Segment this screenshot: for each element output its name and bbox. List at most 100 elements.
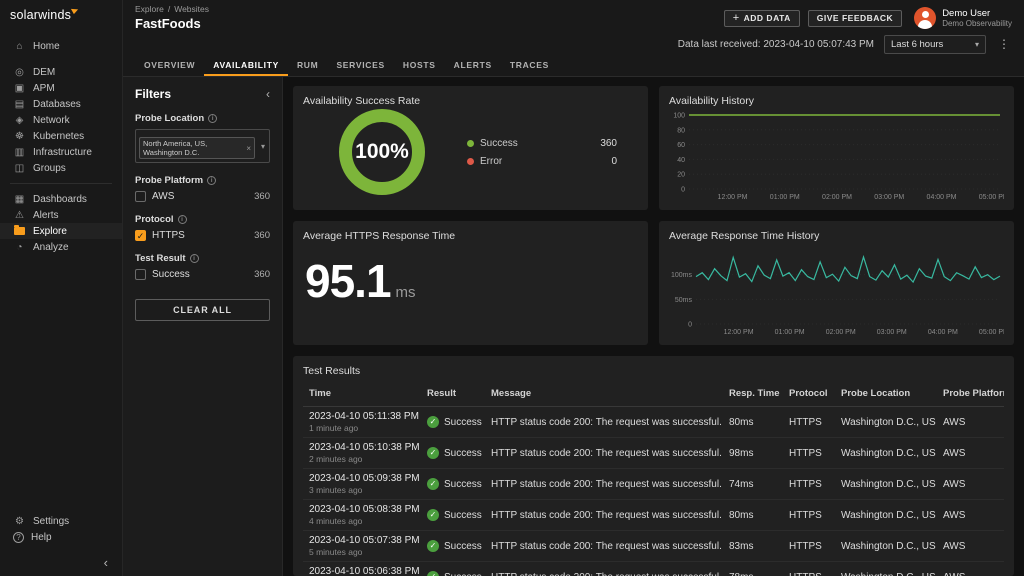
breadcrumb-websites[interactable]: Websites <box>174 4 209 14</box>
sidebar-item-label: Analyze <box>33 242 69 253</box>
apm-icon: ▣ <box>13 83 26 94</box>
card-title: Average HTTPS Response Time <box>303 230 638 242</box>
kubernetes-icon: ☸ <box>13 131 26 142</box>
svg-text:03:00 PM: 03:00 PM <box>877 329 907 336</box>
table-header-row: TimeResultMessageResp. TimeProtocolProbe… <box>303 381 1004 407</box>
sidebar-collapse-button[interactable]: ‹ <box>0 545 122 572</box>
column-header[interactable]: Probe Platform <box>937 381 1004 407</box>
svg-text:80: 80 <box>677 127 685 134</box>
plus-icon: + <box>733 12 740 24</box>
legend-dot <box>467 140 474 147</box>
column-header[interactable]: Protocol <box>783 381 835 407</box>
sidebar-item-databases[interactable]: ▤Databases <box>0 96 122 112</box>
column-header[interactable]: Time <box>303 381 421 407</box>
svg-text:100ms: 100ms <box>671 272 693 279</box>
sidebar-item-apm[interactable]: ▣APM <box>0 80 122 96</box>
sidebar-item-alerts[interactable]: ⚠Alerts <box>0 207 122 223</box>
checkbox[interactable] <box>135 191 146 202</box>
avatar[interactable] <box>914 7 936 29</box>
sidebar-item-label: Dashboards <box>33 194 87 205</box>
table-row[interactable]: 2023-04-10 05:09:38 PM3 minutes agoSucce… <box>303 469 1004 500</box>
test-results-table: TimeResultMessageResp. TimeProtocolProbe… <box>303 381 1004 576</box>
chevron-left-icon: ‹ <box>104 555 108 570</box>
response-time-history-card: Average Response Time History 050ms100ms… <box>659 221 1014 345</box>
sidebar-item-label: Alerts <box>33 210 59 221</box>
column-header[interactable]: Probe Location <box>835 381 937 407</box>
success-rate-value: 100% <box>355 140 409 164</box>
kebab-menu-icon[interactable]: ⋮ <box>996 37 1012 51</box>
column-header[interactable]: Result <box>421 381 485 407</box>
help-icon: ? <box>13 532 24 543</box>
filter-option-label: HTTPS <box>152 230 185 241</box>
time-range-select[interactable]: Last 6 hours ▾ <box>884 35 986 54</box>
svg-text:0: 0 <box>681 187 685 194</box>
info-icon <box>207 176 216 185</box>
user-name: Demo User <box>942 8 1012 19</box>
sidebar-item-label: Home <box>33 41 60 52</box>
avg-response-metric: 95.1 ms <box>305 258 638 304</box>
sidebar-item-groups[interactable]: ◫Groups <box>0 160 122 176</box>
checkbox[interactable] <box>135 269 146 280</box>
svg-text:12:00 PM: 12:00 PM <box>724 329 754 336</box>
sidebar-item-dem[interactable]: ◎DEM <box>0 64 122 80</box>
sidebar-item-settings[interactable]: ⚙Settings <box>0 513 122 529</box>
tab-alerts[interactable]: ALERTS <box>445 56 501 76</box>
table-row[interactable]: 2023-04-10 05:11:38 PM1 minute agoSucces… <box>303 407 1004 438</box>
table-row[interactable]: 2023-04-10 05:06:38 PM6 minutes agoSucce… <box>303 562 1004 576</box>
legend-item-error: Error0 <box>467 156 617 167</box>
availability-history-card: Availability History 02040608010012:00 P… <box>659 86 1014 210</box>
clear-all-button[interactable]: CLEAR ALL <box>135 299 270 321</box>
filter-option-aws[interactable]: AWS360 <box>135 191 270 202</box>
filter-option-success[interactable]: Success360 <box>135 269 270 280</box>
table-row[interactable]: 2023-04-10 05:07:38 PM5 minutes agoSucce… <box>303 531 1004 562</box>
last-received-text: Data last received: 2023-04-10 05:07:43 … <box>678 39 874 50</box>
card-title: Availability History <box>669 95 1004 107</box>
collapse-filters-icon[interactable]: ‹ <box>266 87 270 101</box>
give-feedback-button[interactable]: GIVE FEEDBACK <box>808 10 902 27</box>
sidebar-divider <box>10 183 112 184</box>
sidebar-nav-monitoring: ◎DEM▣APM▤Databases◈Network☸Kubernetes▥In… <box>0 64 122 176</box>
probe-location-select[interactable]: North America, US, Washington D.C. × ▾ <box>135 129 270 163</box>
svg-text:01:00 PM: 01:00 PM <box>775 329 805 336</box>
filter-option-https[interactable]: HTTPS360 <box>135 230 270 241</box>
sidebar-item-network[interactable]: ◈Network <box>0 112 122 128</box>
filter-option-label: Success <box>152 269 190 280</box>
sidebar-item-home[interactable]: ⌂Home <box>0 38 122 54</box>
settings-icon: ⚙ <box>13 516 26 527</box>
success-rate-body: 100% Success360Error0 <box>303 109 638 195</box>
tab-availability[interactable]: AVAILABILITY <box>204 56 288 76</box>
tab-traces[interactable]: TRACES <box>501 56 558 76</box>
success-check-icon <box>427 478 439 490</box>
table-body: 2023-04-10 05:11:38 PM1 minute agoSucces… <box>303 407 1004 576</box>
sidebar-footer: ⚙Settings?Help ‹ <box>0 513 122 576</box>
probe-location-label: Probe Location <box>135 113 270 124</box>
table-row[interactable]: 2023-04-10 05:08:38 PM4 minutes agoSucce… <box>303 500 1004 531</box>
user-meta: Demo User Demo Observability <box>942 8 1012 28</box>
breadcrumb-explore[interactable]: Explore <box>135 4 164 14</box>
sidebar-item-kubernetes[interactable]: ☸Kubernetes <box>0 128 122 144</box>
column-header[interactable]: Resp. Time <box>723 381 783 407</box>
sidebar-item-infrastructure[interactable]: ▥Infrastructure <box>0 144 122 160</box>
sidebar-item-analyze[interactable]: ◔Analyze <box>0 239 122 255</box>
test-results-title: Test Results <box>303 365 1004 377</box>
sidebar-item-explore[interactable]: Explore <box>0 223 122 239</box>
sidebar-item-dashboards[interactable]: ▦Dashboards <box>0 191 122 207</box>
table-row[interactable]: 2023-04-10 05:10:38 PM2 minutes agoSucce… <box>303 438 1004 469</box>
sidebar-item-help[interactable]: ?Help <box>0 529 122 545</box>
response-time-history-chart: 050ms100ms12:00 PM01:00 PM02:00 PM03:00 … <box>669 244 1004 336</box>
solarwinds-logo[interactable]: solarwinds <box>0 0 122 30</box>
tab-hosts[interactable]: HOSTS <box>394 56 445 76</box>
remove-tag-icon[interactable]: × <box>246 144 251 153</box>
svg-text:04:00 PM: 04:00 PM <box>927 194 957 201</box>
tab-overview[interactable]: OVERVIEW <box>135 56 204 76</box>
checkbox[interactable] <box>135 230 146 241</box>
tab-rum[interactable]: RUM <box>288 56 327 76</box>
user-menu[interactable]: Demo User Demo Observability <box>914 7 1012 29</box>
sidebar-item-label: DEM <box>33 67 55 78</box>
toolbar: Data last received: 2023-04-10 05:07:43 … <box>123 32 1024 56</box>
success-check-icon <box>427 540 439 552</box>
column-header[interactable]: Message <box>485 381 723 407</box>
tab-services[interactable]: SERVICES <box>327 56 393 76</box>
add-data-button[interactable]: + ADD DATA <box>724 10 800 27</box>
infrastructure-icon: ▥ <box>13 147 26 158</box>
